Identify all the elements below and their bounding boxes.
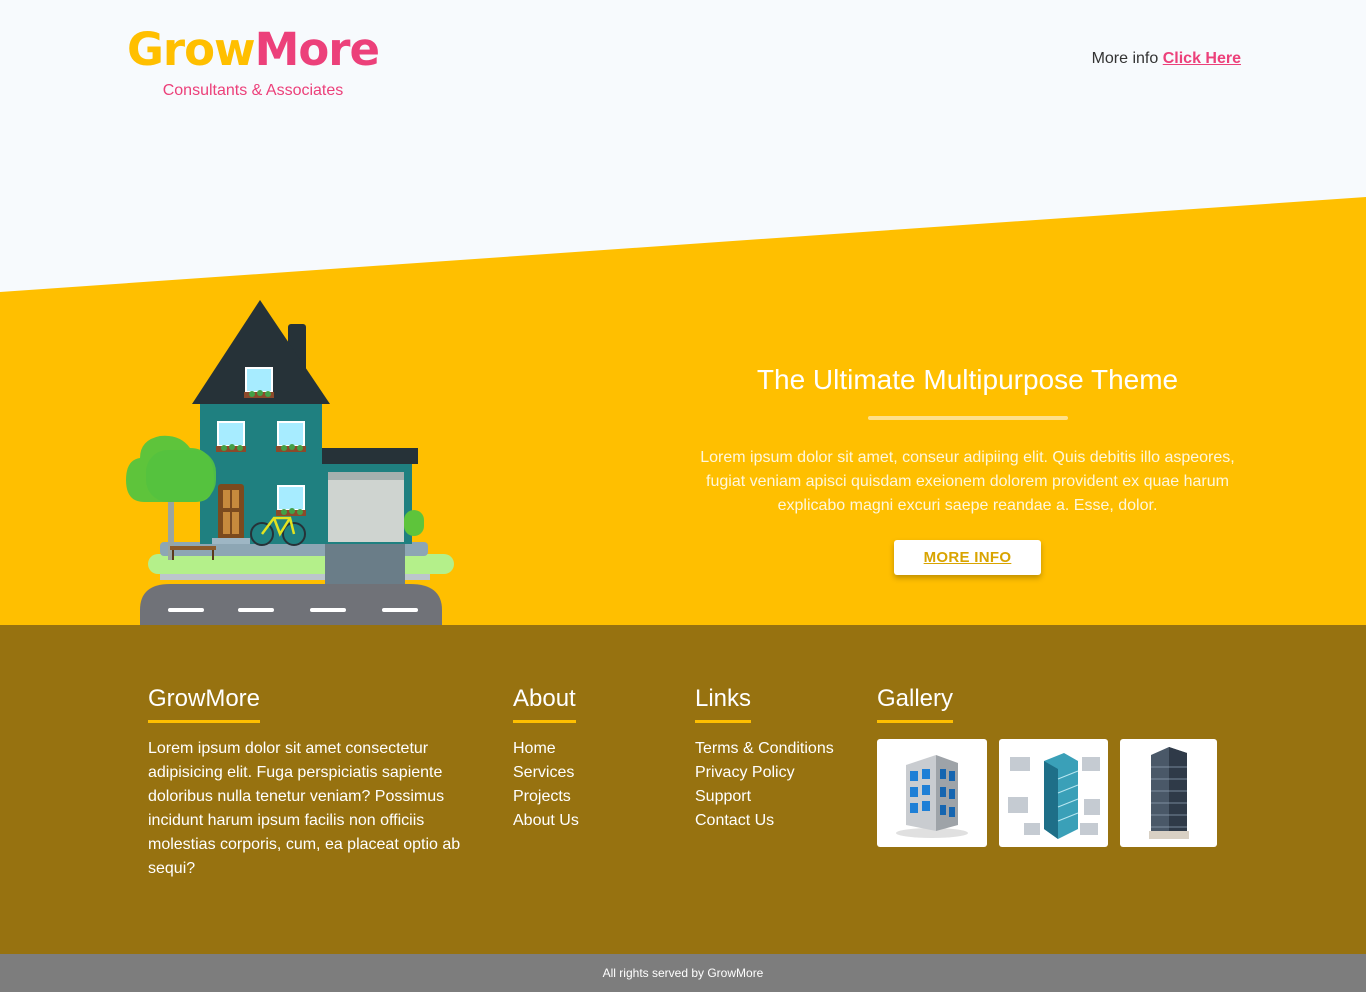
skyscraper-photo [1148, 747, 1189, 839]
footer-links-list: Terms & Conditions Privacy Policy Suppor… [695, 737, 865, 833]
header-info-text: More info [1091, 50, 1159, 67]
footer-link-about-us[interactable]: About Us [513, 809, 673, 833]
footer-links-column: Links Terms & Conditions Privacy Policy … [695, 685, 865, 833]
footer-link-terms[interactable]: Terms & Conditions [695, 737, 865, 761]
gallery-image-skyscraper[interactable] [1120, 739, 1217, 847]
copyright-bar: All rights served by GrowMore [0, 954, 1366, 992]
footer-link-home[interactable]: Home [513, 737, 673, 761]
gallery-image-office-building[interactable] [877, 739, 987, 847]
gallery-grid [877, 739, 1227, 847]
more-info-button[interactable]: MORE INFO [893, 540, 1042, 575]
footer-brand-heading: GrowMore [148, 685, 261, 723]
logo-part-grow: Grow [126, 23, 256, 76]
footer-link-privacy[interactable]: Privacy Policy [695, 761, 865, 785]
site-logo[interactable]: GrowMore Consultants & Associates [124, 22, 382, 100]
footer-about-column: About Home Services Projects About Us [513, 685, 673, 833]
hero-description: Lorem ipsum dolor sit amet, conseur adip… [700, 449, 1235, 514]
logo-tagline: Consultants & Associates [162, 82, 344, 99]
house-illustration [126, 300, 454, 625]
isometric-tower-icon [1007, 753, 1100, 839]
logo-part-more: More [254, 23, 380, 76]
gallery-image-isometric-tower[interactable] [999, 739, 1108, 847]
footer-about-list: Home Services Projects About Us [513, 737, 673, 833]
footer-gallery-heading: Gallery [877, 685, 954, 723]
footer-link-services[interactable]: Services [513, 761, 673, 785]
office-building-icon [896, 755, 968, 838]
footer-link-support[interactable]: Support [695, 785, 865, 809]
footer-link-projects[interactable]: Projects [513, 785, 673, 809]
footer: GrowMore Lorem ipsum dolor sit amet cons… [0, 625, 1366, 954]
footer-brand-column: GrowMore Lorem ipsum dolor sit amet cons… [148, 685, 484, 881]
footer-gallery-column: Gallery [877, 685, 1227, 847]
footer-about-heading: About [513, 685, 576, 723]
logo-title: GrowMore [124, 22, 382, 78]
click-here-link[interactable]: Click Here [1163, 50, 1241, 67]
footer-link-contact[interactable]: Contact Us [695, 809, 865, 833]
hero-divider [867, 416, 1068, 420]
hero-content: The Ultimate Multipurpose Theme Lorem ip… [695, 362, 1240, 575]
hero-title: The Ultimate Multipurpose Theme [756, 364, 1179, 395]
footer-brand-text: Lorem ipsum dolor sit amet consectetur a… [148, 740, 461, 877]
footer-links-heading: Links [695, 685, 752, 723]
header-info: More info Click Here [1092, 50, 1241, 68]
